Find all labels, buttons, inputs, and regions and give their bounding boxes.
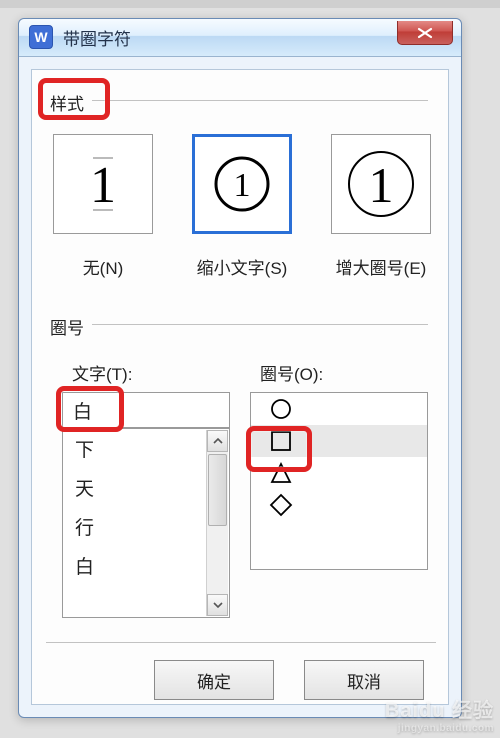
titlebar[interactable]: W 带圈字符 (19, 19, 461, 57)
close-button[interactable] (397, 21, 453, 45)
square-icon (269, 429, 293, 453)
list-item[interactable]: 行 (63, 507, 229, 546)
style-option-none[interactable]: 1 无(N) (50, 134, 156, 279)
text-list[interactable]: 下 天 行 白 (62, 428, 230, 618)
svg-text:1: 1 (90, 157, 116, 214)
list-item[interactable]: 下 (63, 429, 229, 468)
ok-button[interactable]: 确定 (154, 660, 274, 700)
circle-icon (269, 397, 293, 421)
style-preview-row: 1 无(N) 1 缩小文字(S) (50, 134, 434, 279)
style-preview-enlarge: 1 (331, 134, 431, 234)
text-input[interactable] (62, 392, 230, 428)
style-option-enlarge[interactable]: 1 增大圈号(E) (328, 134, 434, 279)
divider (46, 642, 436, 643)
style-option-label: 缩小文字(S) (197, 254, 288, 279)
close-icon (416, 27, 434, 39)
triangle-icon (269, 461, 293, 485)
scroll-up-button[interactable] (207, 430, 228, 452)
divider (92, 100, 428, 101)
chevron-down-icon (213, 602, 223, 608)
list-item[interactable]: 白 (63, 546, 229, 585)
svg-text:1: 1 (234, 167, 251, 204)
scroll-thumb[interactable] (208, 454, 227, 526)
shape-option-triangle[interactable] (251, 457, 427, 489)
shape-option-circle[interactable] (251, 393, 427, 425)
page-top-strip (0, 0, 500, 8)
enclose-char-dialog: W 带圈字符 样式 1 无(N) (18, 18, 462, 718)
glyph-none-icon: 1 (63, 144, 143, 224)
text-list-scrollbar[interactable] (206, 430, 228, 616)
glyph-enlarge-icon: 1 (341, 144, 421, 224)
style-preview-shrink: 1 (192, 134, 292, 234)
svg-text:1: 1 (369, 157, 394, 213)
style-preview-none: 1 (53, 134, 153, 234)
shape-list[interactable] (250, 392, 428, 570)
shape-field-label: 圈号(O): (260, 360, 323, 385)
app-icon: W (29, 25, 53, 49)
shape-option-diamond[interactable] (251, 489, 427, 521)
watermark-url: jingyan.baidu.com (385, 723, 494, 734)
diamond-icon (269, 493, 293, 517)
scroll-down-button[interactable] (207, 594, 228, 616)
text-field-label: 文字(T): (72, 360, 132, 385)
enclosure-section-label: 圈号 (46, 314, 88, 339)
shape-option-square[interactable] (251, 425, 427, 457)
style-option-label: 无(N) (83, 254, 124, 279)
cancel-button[interactable]: 取消 (304, 660, 424, 700)
chevron-up-icon (213, 438, 223, 444)
client-area: 样式 1 无(N) 1 (31, 69, 449, 705)
style-section-label: 样式 (46, 90, 88, 115)
style-option-shrink[interactable]: 1 缩小文字(S) (189, 134, 295, 279)
dialog-title: 带圈字符 (63, 25, 131, 50)
list-item[interactable]: 天 (63, 468, 229, 507)
glyph-shrink-icon: 1 (202, 144, 282, 224)
style-option-label: 增大圈号(E) (336, 254, 427, 279)
divider (92, 324, 428, 325)
